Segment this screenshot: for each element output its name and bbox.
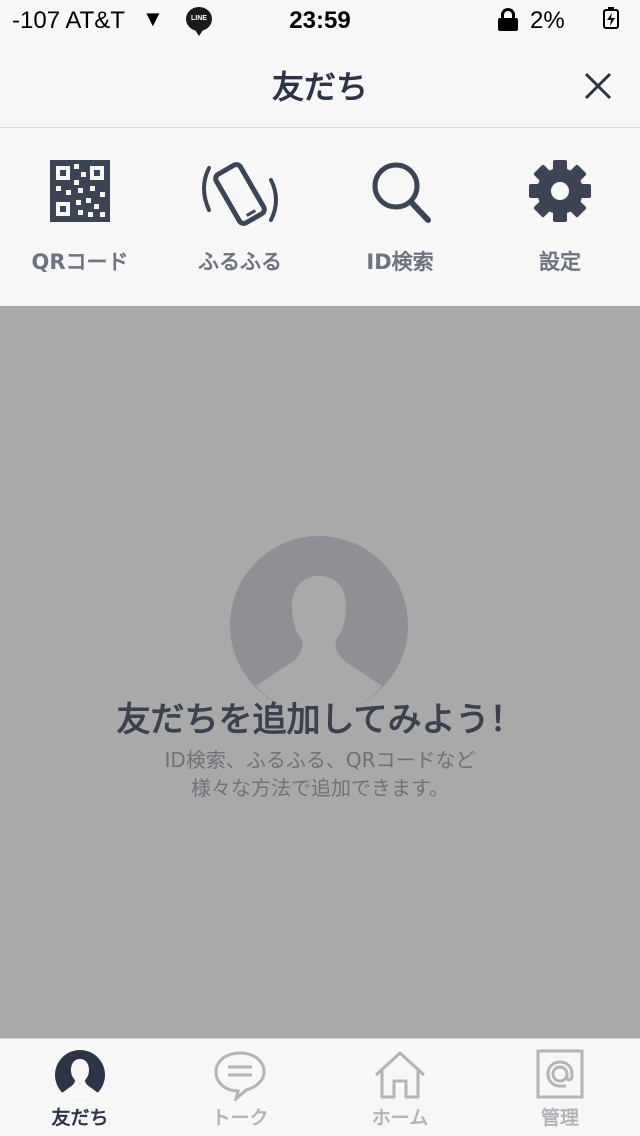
at-sign-icon	[532, 1049, 588, 1101]
shake-phone-icon	[202, 158, 278, 226]
qr-code-label: QRコード	[31, 250, 129, 274]
qr-code-icon	[48, 158, 112, 224]
settings-button[interactable]: 設定	[480, 128, 640, 306]
description-line-2: 様々な方法で追加できます。	[191, 776, 449, 800]
tab-talk[interactable]: トーク	[160, 1039, 320, 1136]
add-friend-toolbar: QRコード ふるふる ID検索 設定	[0, 128, 640, 306]
person-icon	[52, 1049, 108, 1101]
page-title: 友だち	[271, 68, 368, 106]
battery-charging-icon	[601, 6, 627, 38]
tab-friends-label: 友だち	[51, 1107, 109, 1129]
navigation-header: 友だち	[0, 42, 640, 128]
gear-icon	[528, 158, 592, 224]
close-button[interactable]	[578, 66, 618, 106]
settings-label: 設定	[539, 250, 581, 274]
search-icon	[368, 158, 432, 224]
tab-home[interactable]: ホーム	[320, 1039, 480, 1136]
tab-manage-label: 管理	[540, 1107, 579, 1129]
chat-bubble-icon	[212, 1049, 268, 1104]
shake-label: ふるふる	[198, 250, 282, 274]
tab-talk-label: トーク	[211, 1107, 269, 1129]
shake-button[interactable]: ふるふる	[160, 128, 320, 306]
bottom-tab-bar: 友だち トーク ホーム 管理	[0, 1038, 640, 1136]
id-search-button[interactable]: ID検索	[320, 128, 480, 306]
status-bar: -107 AT&T ▼ LINE 23:59 2%	[0, 0, 640, 42]
description-line-1: ID検索、ふるふる、QRコードなど	[164, 748, 476, 772]
friend-list-empty-state: 友だちを追加してみよう！ ID検索、ふるふる、QRコードなど 様々な方法で追加で…	[0, 306, 640, 1038]
tab-friends[interactable]: 友だち	[0, 1039, 160, 1136]
empty-state-headline: 友だちを追加してみよう！	[116, 700, 524, 740]
id-search-label: ID検索	[366, 250, 434, 274]
tab-home-label: ホーム	[371, 1107, 429, 1129]
orientation-lock-icon	[498, 8, 518, 31]
person-silhouette-icon	[256, 576, 382, 714]
tab-manage[interactable]: 管理	[480, 1039, 640, 1136]
avatar	[230, 536, 408, 714]
home-icon	[372, 1049, 428, 1101]
close-icon	[584, 72, 612, 100]
qr-code-button[interactable]: QRコード	[0, 128, 160, 306]
empty-state-description: ID検索、ふるふる、QRコードなど 様々な方法で追加できます。	[0, 746, 640, 802]
battery-percent: 2%	[530, 7, 565, 34]
